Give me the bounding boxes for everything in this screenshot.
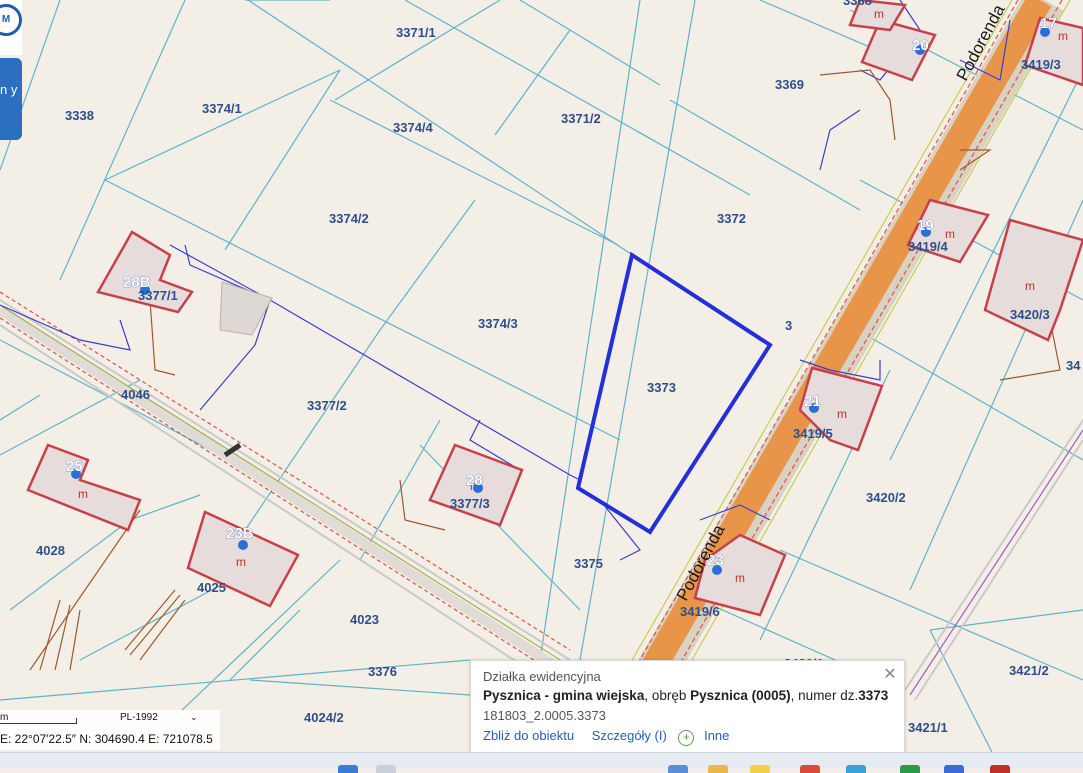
search-icon[interactable] [376,765,396,773]
svg-text:3374/2: 3374/2 [329,211,369,226]
svg-text:3420/3: 3420/3 [1010,307,1050,322]
plus-circle-icon[interactable]: + [678,730,695,746]
svg-text:4028: 4028 [36,543,65,558]
svg-text:4025: 4025 [197,580,226,595]
svg-text:m: m [874,7,884,21]
selected-parcel-label: 3373 [647,380,676,395]
svg-text:4046: 4046 [121,387,150,402]
svg-text:3376: 3376 [368,664,397,679]
app-logo[interactable]: M [0,0,22,55]
svg-text:3368: 3368 [843,0,872,8]
popup-actions: Zbliż do obiektu Szczegóły (I) + Inne [483,728,729,746]
svg-text:3374/1: 3374/1 [202,101,242,116]
svg-text:3374/4: 3374/4 [393,120,434,135]
svg-text:3421/1: 3421/1 [908,720,948,735]
svg-text:3419/5: 3419/5 [793,426,833,441]
taskbar-app-icon[interactable] [750,765,770,773]
svg-text:3419/3: 3419/3 [1021,57,1061,72]
parcel-description: Pysznica - gmina wiejska, obręb Pysznica… [483,688,889,703]
svg-text:m: m [1025,279,1035,293]
browser-icon[interactable] [800,765,820,773]
taskbar [0,752,1083,773]
coordinate-readout: E: 22°07′22.5″ N: 304690.4 E: 721078.5 [0,732,213,746]
svg-text:3374/3: 3374/3 [478,316,518,331]
svg-text:3371/1: 3371/1 [396,25,436,40]
crs-select[interactable]: PL-1992 [120,712,158,723]
svg-text:m: m [837,407,847,421]
svg-text:3421/2: 3421/2 [1009,663,1049,678]
svg-text:19: 19 [917,217,934,234]
svg-text:17: 17 [1040,15,1057,32]
svg-text:3: 3 [785,318,792,333]
svg-text:3419/6: 3419/6 [680,604,720,619]
svg-text:3377/1: 3377/1 [138,288,178,303]
taskbar-app-icon[interactable] [990,765,1010,773]
svg-text:3419/4: 3419/4 [908,239,949,254]
svg-text:3338: 3338 [65,108,94,123]
svg-text:3371/2: 3371/2 [561,111,601,126]
close-icon[interactable]: ✕ [882,667,898,683]
side-panel-label: n y [0,82,18,97]
svg-text:4024/2: 4024/2 [304,710,344,725]
municipality-name: Pysznica - gmina wiejska [483,688,645,703]
svg-text:m: m [735,571,745,585]
taskbar-app-icon[interactable] [668,765,688,773]
side-panel-button[interactable]: n y [0,58,22,140]
parcel-number: 3373 [858,688,889,703]
taskbar-app-icon[interactable] [900,765,920,773]
taskbar-app-icon[interactable] [944,765,964,773]
svg-text:3377/2: 3377/2 [307,398,347,413]
chevron-down-icon[interactable]: ⌄ [190,712,198,723]
svg-text:m: m [236,555,246,569]
svg-text:23B: 23B [226,525,254,542]
svg-text:m: m [1058,29,1068,43]
parcel-id: 181803_2.0005.3373 [483,708,606,723]
zoom-to-object-link[interactable]: Zbliż do obiektu [483,728,574,743]
svg-text:34: 34 [1066,358,1081,373]
parcel-info-popup: Działka ewidencyjna ✕ Pysznica - gmina w… [470,660,905,754]
details-link[interactable]: Szczegóły (I) [592,728,667,743]
start-icon[interactable] [338,765,358,773]
svg-text:3377/3: 3377/3 [450,496,490,511]
logo-icon: M [0,4,22,36]
svg-text:25: 25 [66,458,83,475]
coordinate-panel: m PL-1992 ⌄ E: 22°07′22.5″ N: 304690.4 E… [0,710,220,750]
svg-text:21: 21 [804,393,821,410]
svg-text:20: 20 [912,37,929,54]
svg-text:3369: 3369 [775,77,804,92]
folder-icon[interactable] [708,765,728,773]
cadastral-map[interactable]: m m m m m m m m m 20 17 19 28B 21 28 25 … [0,0,1083,768]
svg-text:m: m [78,487,88,501]
svg-text:3420/2: 3420/2 [866,490,906,505]
taskbar-app-icon[interactable] [846,765,866,773]
popup-title: Działka ewidencyjna [483,669,601,684]
precinct-name: Pysznica (0005) [690,688,791,703]
other-link[interactable]: Inne [704,728,729,743]
scale-bar [0,718,77,724]
svg-text:3375: 3375 [574,556,603,571]
svg-text:3372: 3372 [717,211,746,226]
svg-text:4023: 4023 [350,612,379,627]
svg-text:28: 28 [466,472,483,489]
